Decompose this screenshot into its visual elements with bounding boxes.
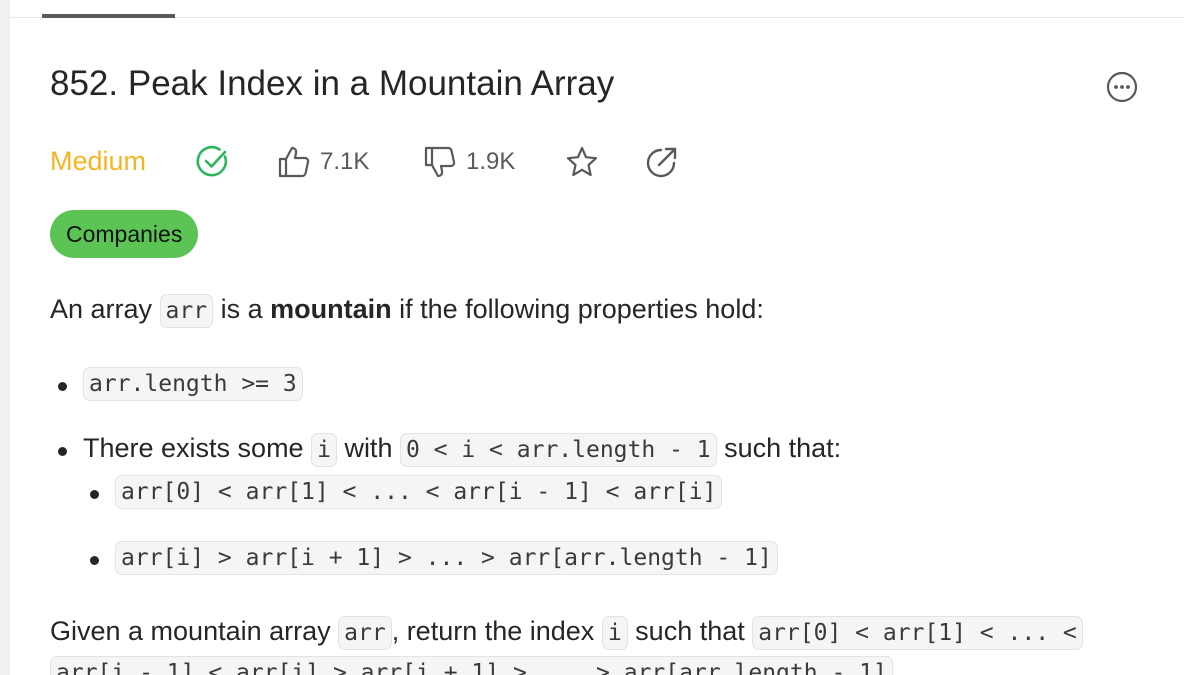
star-icon[interactable] — [564, 144, 600, 180]
problem-description-panel: 852. Peak Index in a Mountain Array Medi… — [0, 0, 1184, 675]
thumbs-up-icon[interactable] — [276, 144, 312, 180]
inline-code: arr[0] < arr[1] < ... < arr[i - 1] < arr… — [115, 475, 723, 509]
inline-code: arr.length >= 3 — [83, 367, 303, 401]
inline-code: arr — [159, 294, 214, 328]
description-task: Given a mountain array arr, return the i… — [50, 616, 1152, 675]
property-text: such that: — [716, 433, 842, 463]
inline-code: arr[i] > arr[i + 1] > ... > arr[arr.leng… — [115, 541, 778, 575]
inline-code: arr[0] < arr[1] < ... < — [752, 616, 1083, 650]
difficulty-label: Medium — [50, 146, 147, 176]
bullet-marker — [58, 447, 67, 456]
inline-code: arr[i - 1] < arr[i] > arr[i + 1] > ... >… — [50, 656, 893, 675]
bold-term: mountain — [270, 294, 392, 324]
task-line-1: Given a mountain array arr, return the i… — [50, 616, 1083, 650]
dislikes-count: 1.9K — [466, 148, 516, 175]
inline-code: 0 < i < arr.length - 1 — [399, 433, 717, 467]
bullet-marker — [58, 382, 67, 391]
intro-text: if the following properties hold: — [391, 294, 764, 324]
likes-count: 7.1K — [320, 148, 370, 175]
property-text: There exists some — [83, 433, 312, 463]
task-text: , return the index — [391, 616, 602, 646]
problem-title: 852. Peak Index in a Mountain Array — [50, 64, 615, 103]
bullet-marker — [90, 556, 99, 565]
active-tab-indicator — [42, 14, 175, 18]
task-text: such that — [627, 616, 753, 646]
solved-check-icon — [195, 144, 231, 180]
description-intro: An array arr is a mountain if the follow… — [50, 294, 764, 328]
sub-property-decreasing: arr[i] > arr[i + 1] > ... > arr[arr.leng… — [115, 541, 778, 575]
property-item-length: arr.length >= 3 — [83, 367, 303, 401]
inline-code: arr — [338, 616, 392, 650]
companies-tag[interactable]: Companies — [50, 210, 199, 258]
tab-bar-divider — [10, 17, 1184, 18]
inline-code: i — [311, 433, 337, 467]
problem-meta-row: Medium 7.1K 1.9K — [50, 140, 750, 186]
task-text: Given a mountain array — [50, 616, 339, 646]
thumbs-down-icon[interactable] — [422, 144, 458, 180]
intro-text: An array — [50, 294, 160, 324]
more-icon[interactable] — [1105, 70, 1139, 104]
left-panel-edge — [0, 0, 10, 675]
inline-code: i — [601, 616, 628, 650]
task-line-2: arr[i - 1] < arr[i] > arr[i + 1] > ... >… — [50, 656, 893, 675]
property-text: with — [336, 433, 400, 463]
sub-property-increasing: arr[0] < arr[1] < ... < arr[i - 1] < arr… — [115, 475, 723, 509]
bullet-marker — [90, 490, 99, 499]
intro-text: is a — [213, 294, 271, 324]
share-icon[interactable] — [644, 144, 680, 180]
property-item-exists: There exists some i with 0 < i < arr.len… — [83, 433, 842, 467]
